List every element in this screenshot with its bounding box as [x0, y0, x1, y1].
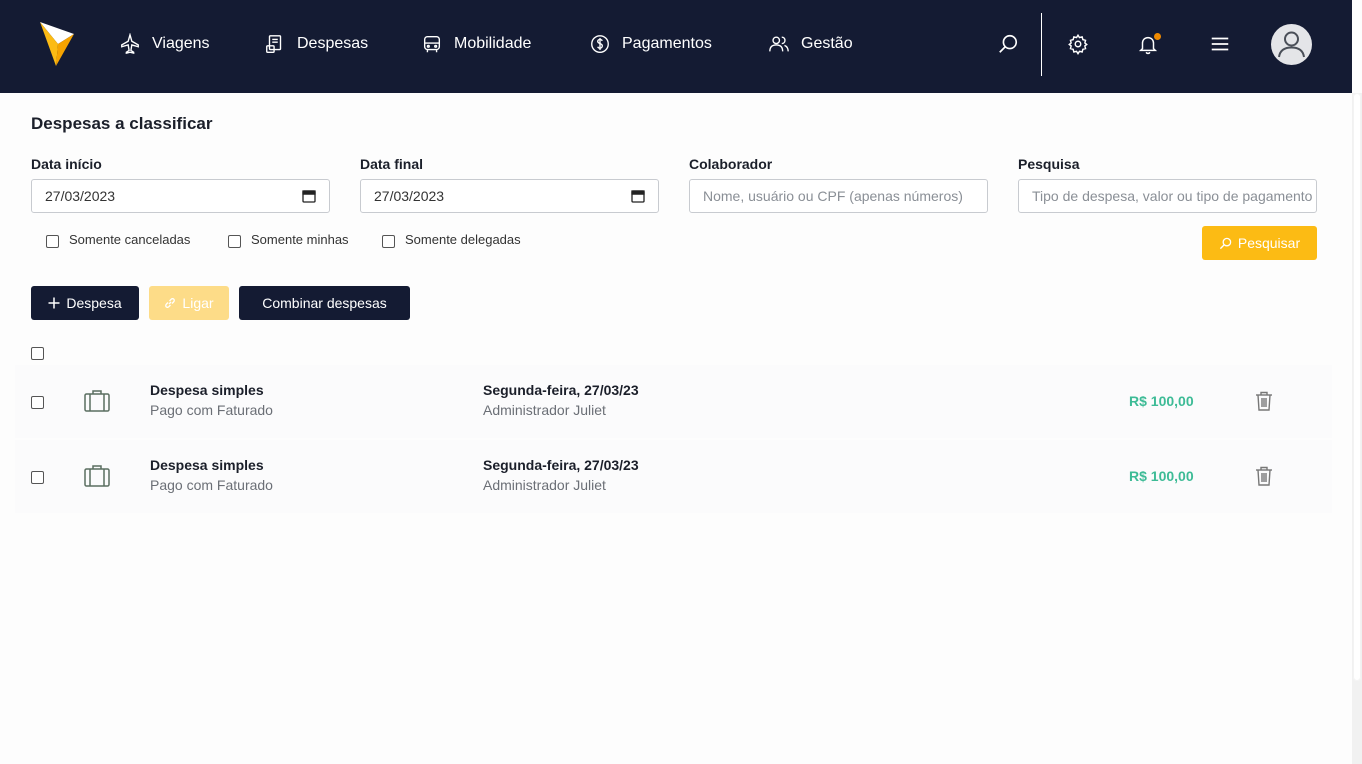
- calendar-icon[interactable]: [631, 189, 645, 203]
- start-date-value: 27/03/2023: [45, 188, 116, 204]
- checkbox-only-cancelled[interactable]: [46, 235, 59, 248]
- menu-button[interactable]: [1207, 30, 1233, 58]
- nav-label-pagamentos: Pagamentos: [622, 35, 712, 52]
- search-button[interactable]: [995, 30, 1021, 58]
- collaborator-placeholder: Nome, usuário ou CPF (apenas números): [703, 188, 963, 204]
- nav-item-viagens[interactable]: Viagens: [119, 31, 210, 57]
- collaborator-input[interactable]: Nome, usuário ou CPF (apenas números): [689, 179, 988, 213]
- calendar-icon[interactable]: [302, 189, 316, 203]
- expense-payment: Pago com Faturado: [150, 477, 273, 493]
- combine-expenses-label: Combinar despesas: [262, 295, 387, 311]
- checkbox-only-cancelled-label: Somente canceladas: [69, 232, 191, 247]
- add-expense-label: Despesa: [66, 295, 122, 311]
- settings-button[interactable]: [1065, 30, 1091, 58]
- link-button[interactable]: Ligar: [149, 286, 229, 320]
- start-date-field[interactable]: 27/03/2023: [31, 179, 330, 213]
- nav-item-pagamentos[interactable]: Pagamentos: [589, 31, 712, 57]
- page-title: Despesas a classificar: [31, 114, 213, 133]
- scrollbar-thumb[interactable]: [1353, 93, 1361, 681]
- checkbox-only-delegated[interactable]: [382, 235, 395, 248]
- start-date-label: Data início: [31, 156, 102, 172]
- search-submit-button[interactable]: Pesquisar: [1202, 226, 1317, 260]
- car-icon: [423, 35, 441, 53]
- expense-user: Administrador Juliet: [483, 402, 606, 418]
- nav-label-viagens: Viagens: [152, 35, 210, 52]
- plane-icon: [121, 33, 139, 55]
- gear-icon: [1068, 33, 1088, 55]
- row-checkbox[interactable]: [31, 396, 44, 409]
- trash-icon[interactable]: [1255, 466, 1273, 486]
- row-checkbox[interactable]: [31, 471, 44, 484]
- nav-label-gestao: Gestão: [801, 35, 853, 52]
- trash-icon[interactable]: [1255, 391, 1273, 411]
- collaborator-label: Colaborador: [689, 156, 773, 172]
- expense-user: Administrador Juliet: [483, 477, 606, 493]
- end-date-field[interactable]: 27/03/2023: [360, 179, 659, 213]
- expense-type: Despesa simples: [150, 457, 264, 473]
- combine-expenses-button[interactable]: Combinar despesas: [239, 286, 410, 320]
- checkbox-only-delegated-label: Somente delegadas: [405, 232, 521, 247]
- search-label: Pesquisa: [1018, 156, 1080, 172]
- nav-item-gestao[interactable]: Gestão: [768, 31, 853, 57]
- top-navbar: Viagens Despesas Mobilidade Pagamentos G…: [0, 0, 1352, 93]
- add-expense-button[interactable]: Despesa: [31, 286, 139, 320]
- search-icon: [999, 34, 1018, 53]
- expense-amount: R$ 100,00: [1129, 393, 1194, 409]
- nav-label-mobilidade: Mobilidade: [454, 35, 532, 52]
- expense-date: Segunda-feira, 27/03/23: [483, 457, 639, 473]
- nav-item-mobilidade[interactable]: Mobilidade: [421, 31, 531, 57]
- end-date-value: 27/03/2023: [374, 188, 445, 204]
- link-icon: [165, 298, 176, 308]
- notification-dot: [1154, 33, 1161, 40]
- search-input[interactable]: Tipo de despesa, valor ou tipo de pagame…: [1018, 179, 1317, 213]
- suitcase-icon: [84, 465, 110, 487]
- avatar[interactable]: [1271, 24, 1312, 65]
- users-icon: [769, 36, 789, 52]
- plus-icon: [48, 297, 60, 309]
- expense-type: Despesa simples: [150, 382, 264, 398]
- nav-divider: [1041, 13, 1042, 76]
- expense-amount: R$ 100,00: [1129, 468, 1194, 484]
- logo-icon[interactable]: [38, 20, 76, 68]
- avatar-icon: [1278, 31, 1305, 58]
- nav-item-despesas[interactable]: Despesas: [264, 31, 368, 57]
- search-placeholder: Tipo de despesa, valor ou tipo de pagame…: [1032, 188, 1313, 204]
- menu-icon: [1211, 37, 1229, 51]
- link-label: Ligar: [182, 295, 214, 311]
- end-date-label: Data final: [360, 156, 424, 172]
- checkbox-only-mine[interactable]: [228, 235, 241, 248]
- expense-payment: Pago com Faturado: [150, 402, 273, 418]
- expense-date: Segunda-feira, 27/03/23: [483, 382, 639, 398]
- nav-label-despesas: Despesas: [297, 35, 369, 52]
- search-icon: [1219, 237, 1232, 249]
- suitcase-icon: [84, 390, 110, 412]
- checkbox-only-mine-label: Somente minhas: [251, 232, 349, 247]
- select-all-checkbox[interactable]: [31, 347, 44, 360]
- search-submit-label: Pesquisar: [1237, 235, 1301, 251]
- receipt-icon: [266, 35, 282, 53]
- dollar-icon: [591, 35, 609, 53]
